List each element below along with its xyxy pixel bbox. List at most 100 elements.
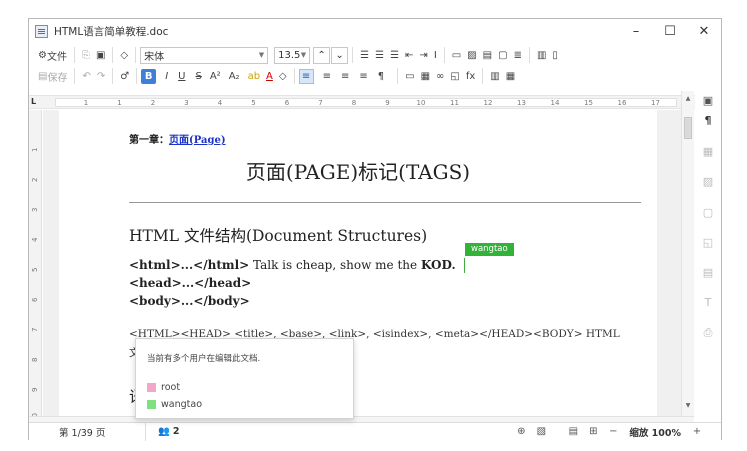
strikethrough-button[interactable]: S — [192, 67, 204, 85]
text-icon[interactable]: T — [702, 297, 714, 309]
horizontal-ruler[interactable]: L 1123456789101112131415161718 — [29, 95, 721, 109]
divider — [482, 68, 484, 84]
copy-button[interactable]: ⎘ — [79, 46, 93, 64]
indent-increase-button[interactable]: ⇥ — [416, 46, 430, 64]
zoom-out-button[interactable]: − — [603, 423, 623, 441]
bold-button[interactable]: B — [141, 68, 157, 84]
chapter-link[interactable]: 页面(Page) — [169, 135, 226, 146]
layout-button[interactable]: ▥ — [534, 46, 549, 64]
scroll-thumb[interactable] — [684, 117, 692, 139]
border-icon: ▭ — [451, 49, 462, 61]
page-indicator[interactable]: 第 1/39 页 — [59, 425, 145, 439]
align-right-button[interactable]: ≡ — [338, 67, 352, 85]
zoom-level[interactable]: 缩放 100% — [629, 425, 681, 439]
align-center-button[interactable]: ≡ — [320, 67, 334, 85]
subscript-button[interactable]: A₂ — [226, 67, 243, 85]
textbox-icon[interactable]: ▢ — [702, 207, 714, 219]
font-size-select[interactable]: 13.5 ▼ — [274, 46, 311, 64]
align-justify-button[interactable]: ≡ — [356, 67, 370, 85]
table-button[interactable]: ▦ — [418, 67, 433, 85]
divider — [136, 68, 138, 84]
clear-format-button[interactable]: ◇ — [276, 67, 290, 85]
scroll-up-arrow-icon[interactable]: ▲ — [683, 95, 693, 103]
ruler-tick-label: 17 — [651, 99, 660, 107]
collaborator-cursor-label: wangtao — [465, 243, 514, 256]
header-button[interactable]: ≣ — [511, 46, 525, 64]
format-painter-button[interactable]: ♂ — [117, 67, 132, 85]
paragraph-mark-button[interactable]: ¶ — [375, 67, 387, 85]
divider — [397, 68, 399, 84]
more-button[interactable]: ▦ — [503, 67, 518, 85]
numbered-list-button[interactable]: ☰ — [372, 46, 387, 64]
chart-icon[interactable]: ▤ — [702, 267, 714, 279]
columns-button[interactable]: ▥ — [487, 67, 502, 85]
divider — [112, 47, 114, 63]
link-button[interactable]: ∞ — [433, 67, 447, 85]
globe-icon[interactable]: ⊕ — [511, 423, 531, 441]
divider — [528, 47, 530, 63]
scroll-down-arrow-icon[interactable]: ▼ — [683, 402, 693, 410]
highlight-icon: ab — [247, 70, 261, 82]
align-left-button[interactable]: ≡ — [298, 68, 314, 84]
vruler-tick-label: 3 — [31, 207, 39, 212]
italic-button[interactable]: I — [162, 67, 171, 85]
page-setup-icon: ▯ — [552, 49, 558, 61]
tab-stop-selector[interactable]: L — [31, 97, 41, 108]
multilevel-list-button[interactable]: ☰ — [387, 46, 402, 64]
font-shrink-button[interactable]: ⌄ — [331, 46, 349, 64]
textbox-button[interactable]: ▢ — [495, 46, 510, 64]
ruler-tick-label: 7 — [318, 99, 323, 107]
side-panel: ▣ ¶ ▦ ▨ ▢ ◱ ▤ T ⎙ — [695, 91, 721, 416]
chart-button[interactable]: ▤ — [480, 46, 495, 64]
highlight-button[interactable]: ab — [245, 67, 263, 85]
border-button[interactable]: ▭ — [449, 46, 464, 64]
indent-decrease-button[interactable]: ⇤ — [402, 46, 416, 64]
layout-panel-icon[interactable]: ▣ — [702, 95, 714, 107]
image-button[interactable]: ▨ — [464, 46, 479, 64]
vertical-scrollbar[interactable]: ▲ ▼ — [681, 91, 694, 416]
eraser-button[interactable]: ◇ — [117, 46, 131, 64]
collaborator-name: wangtao — [161, 399, 203, 410]
align-justify-icon: ≡ — [359, 70, 368, 82]
formula-button[interactable]: fx — [463, 67, 478, 85]
undo-button[interactable]: ↶ — [79, 67, 93, 85]
font-name-select[interactable]: 宋体 ▼ — [140, 46, 269, 64]
online-users-button[interactable]: 👥 2 — [145, 422, 179, 441]
redo-button[interactable]: ↷ — [94, 67, 108, 85]
review-icon[interactable]: ▧ — [531, 423, 551, 441]
font-color-button[interactable]: A — [263, 67, 276, 85]
paste-button[interactable]: ▣ — [93, 46, 108, 64]
copy-icon: ⎘ — [81, 49, 90, 61]
page-setup-button[interactable]: ▯ — [549, 46, 561, 64]
vruler-tick-label: 1 — [31, 147, 39, 152]
indent-decrease-icon: ⇤ — [405, 49, 414, 61]
zoom-in-button[interactable]: + — [687, 423, 707, 441]
save-button[interactable]: ▤ 保存 — [35, 67, 70, 85]
bullet-list-button[interactable]: ☰ — [357, 46, 372, 64]
image-icon[interactable]: ▨ — [702, 176, 714, 188]
shape-button[interactable]: ◱ — [447, 67, 462, 85]
stamp-icon[interactable]: ⎙ — [702, 327, 714, 339]
shape-icon[interactable]: ◱ — [702, 237, 714, 249]
superscript-button[interactable]: A² — [207, 67, 224, 85]
file-menu-button[interactable]: ⚙ 文件 — [35, 46, 70, 64]
indent-increase-icon: ⇥ — [419, 49, 428, 61]
shape-icon: ◱ — [450, 70, 460, 82]
web-view-icon[interactable]: ⊞ — [583, 423, 603, 441]
maximize-button[interactable]: ☐ — [653, 19, 687, 43]
underline-button[interactable]: U — [175, 67, 188, 85]
ruler-tick-label: 3 — [184, 99, 189, 107]
vertical-ruler[interactable]: 12345678910 — [29, 110, 42, 422]
vruler-tick-label: 6 — [31, 297, 39, 302]
font-grow-button[interactable]: ⌃ — [313, 46, 331, 64]
paragraph-marks-icon[interactable]: ¶ — [702, 115, 714, 127]
ruler-scale[interactable]: 1123456789101112131415161718 — [55, 98, 693, 107]
minimize-button[interactable]: – — [619, 19, 653, 43]
ruler-tick-label: 1 — [83, 99, 89, 107]
text-style-button[interactable]: I — [431, 46, 440, 64]
table-icon[interactable]: ▦ — [702, 146, 714, 158]
page-view-icon[interactable]: ▤ — [563, 423, 583, 441]
vruler-tick-label: 8 — [31, 357, 39, 362]
close-button[interactable]: ✕ — [687, 19, 721, 43]
table-border-button[interactable]: ▭ — [402, 67, 417, 85]
